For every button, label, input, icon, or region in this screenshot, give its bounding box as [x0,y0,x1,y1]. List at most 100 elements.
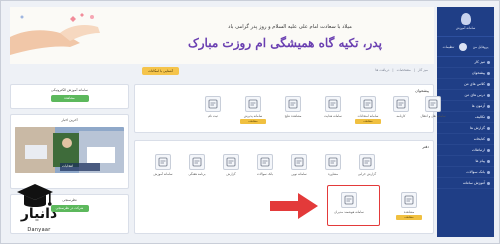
app-tile[interactable]: سامانه هدایت [315,93,351,132]
breadcrumb-item[interactable]: دریافت ها [375,68,389,72]
sidebar-item-label: پیام ها [475,159,485,163]
home-icon [487,60,490,64]
emblem-icon [460,13,471,25]
app-tile-badge[interactable]: مشاهده [240,119,266,124]
desk-panel: پیشخوان ثبت نام سامانه پذیرش مشاهده مشاهده … [134,84,446,133]
app-tile[interactable]: کارنامه [383,93,419,132]
sidebar-user-block: تنظیمات پروفایل من [437,37,494,57]
app-tile[interactable]: مشاهده نتایج [275,93,311,132]
exam-icon [360,96,376,112]
sidebar-item-label: درس های من [464,93,485,97]
avatar[interactable] [459,42,468,51]
app-tile[interactable]: سامانه پذیرش مشاهده [235,93,271,132]
app-tile[interactable]: سامانه نقل و انتقال [415,93,451,132]
app-tile-label: سامانه نوین [291,172,307,176]
sidebar-item-label: آموزش سامانه [462,181,485,185]
info-card-button[interactable]: مشاهده [50,95,89,102]
app-tile-label: سامانه پذیرش [243,114,263,118]
form-icon [245,96,261,112]
breadcrumb-item[interactable]: مشخصات [397,68,411,72]
sidebar-user-settings[interactable]: تنظیمات [443,45,455,49]
book-icon [487,93,490,97]
sidebar-item[interactable]: پیام ها [437,156,494,167]
red-arrow-icon [270,193,318,219]
breadcrumb-item[interactable]: میز کار [418,68,428,72]
app-tile-label: مشاهده [403,210,415,214]
app-tile-label: برنامه هفتگی [188,172,206,176]
app-tile-badge[interactable]: مشاهده [396,215,422,220]
library-icon [487,137,490,141]
document-icon [325,96,341,112]
cube-icon [401,192,417,208]
sidebar-logo[interactable]: سامانه آموزش [437,7,494,37]
highlight-box [327,185,380,226]
monitor-icon [155,154,171,170]
question-icon [487,170,490,174]
sidebar-item[interactable]: میز کار [437,57,494,68]
people-icon [325,154,341,170]
app-tile[interactable]: گزارش [213,151,249,190]
news-image[interactable]: انتخابات [15,127,124,173]
app-tile[interactable]: بانک سوالات [247,151,283,190]
sidebar-user-profile[interactable]: پروفایل من [473,45,489,49]
sidebar-item-label: گزارش ها [470,126,485,130]
chart-icon [223,154,239,170]
app-tile[interactable]: سامانه نوین [281,151,317,190]
sidebar-item-label: ارتباطات [471,148,485,152]
banner-subtitle: میلاد با سعادت امام علی علیه السلام و رو… [228,24,352,30]
app-tile-label: سامانه آموزش [153,172,173,176]
app-tile[interactable]: سامانه امتحانات مشاهده [350,93,386,132]
info-card-title: سامانه آموزش الکترونیکی [51,88,88,92]
breadcrumb: دریافت ها | مشخصات | میز کار [375,68,428,72]
news-caption: انتخابات [62,164,74,168]
breadcrumb-separator: | [392,68,394,72]
app-tile-label: گزارش خرابی [357,172,377,176]
sidebar-item[interactable]: پیشخوان [437,68,494,79]
sidebar-item-label: کتابخانه [473,137,485,141]
sidebar-item-label: تکالیف [475,115,485,119]
banner[interactable]: میلاد با سعادت امام علی علیه السلام و رو… [10,7,434,64]
sidebar-item[interactable]: ارتباطات [437,145,494,156]
exam-icon [487,104,490,108]
banner-title: پدر، تکیه گاه همیشگی ام روزت مبارک [188,36,382,50]
app-tile[interactable]: سامانه آموزش [145,151,181,190]
app-tile-label: سامانه هدایت [324,114,342,118]
sidebar-item[interactable]: آموزش سامانه [437,178,494,189]
sidebar-item[interactable]: بانک سوالات [437,167,494,178]
app-tile[interactable]: مشاهده مشاهده [391,189,427,228]
app-tile-label: ثبت نام [208,114,218,118]
layers-icon [291,154,307,170]
watermark: دانیار Danyaar [2,182,76,240]
task-icon [487,115,490,119]
features-button[interactable]: آشنایی با امکانات [142,67,179,75]
app-tile-label: سامانه نقل و انتقال [420,114,446,118]
news-card-title: آخرین اخبار [61,118,78,122]
class-icon [487,82,490,86]
help-icon [487,181,490,185]
sidebar-item-label: پیشخوان [471,71,485,75]
watermark-brand: دانیار [20,206,58,222]
calendar-icon [189,154,205,170]
app-tile-label: بانک سوالات [256,172,274,176]
topbar: آشنایی با امکانات دریافت ها | مشخصات | م… [10,67,434,77]
bank-icon [257,154,273,170]
sidebar-item-label: آزمون ها [471,104,485,108]
sidebar-item[interactable]: کلاس های من [437,79,494,90]
app-tile-label: مشاهده نتایج [284,114,302,118]
sidebar-item[interactable]: کتابخانه [437,134,494,145]
app-tile-badge[interactable]: مشاهده [355,119,381,124]
sidebar-item-label: کلاس های من [464,82,485,86]
app-tile-label: مشاوره [328,172,338,176]
breadcrumb-separator: | [413,68,415,72]
app-tile[interactable]: ثبت نام [195,93,231,132]
app-tile[interactable]: برنامه هفتگی [179,151,215,190]
news-card: آخرین اخبار انتخابات [10,114,129,189]
dashboard-icon [487,71,490,75]
sidebar-item-label: بانک سوالات [466,170,485,174]
app-tile-label: گزارش [226,172,236,176]
info-card: سامانه آموزش الکترونیکی مشاهده [10,84,129,109]
sidebar-org-name: سامانه آموزش [455,26,476,30]
office-panel-title: دفتر [422,144,429,149]
sidebar-item-label: میز کار [474,60,485,64]
app-tile-label: سامانه امتحانات [357,114,379,118]
